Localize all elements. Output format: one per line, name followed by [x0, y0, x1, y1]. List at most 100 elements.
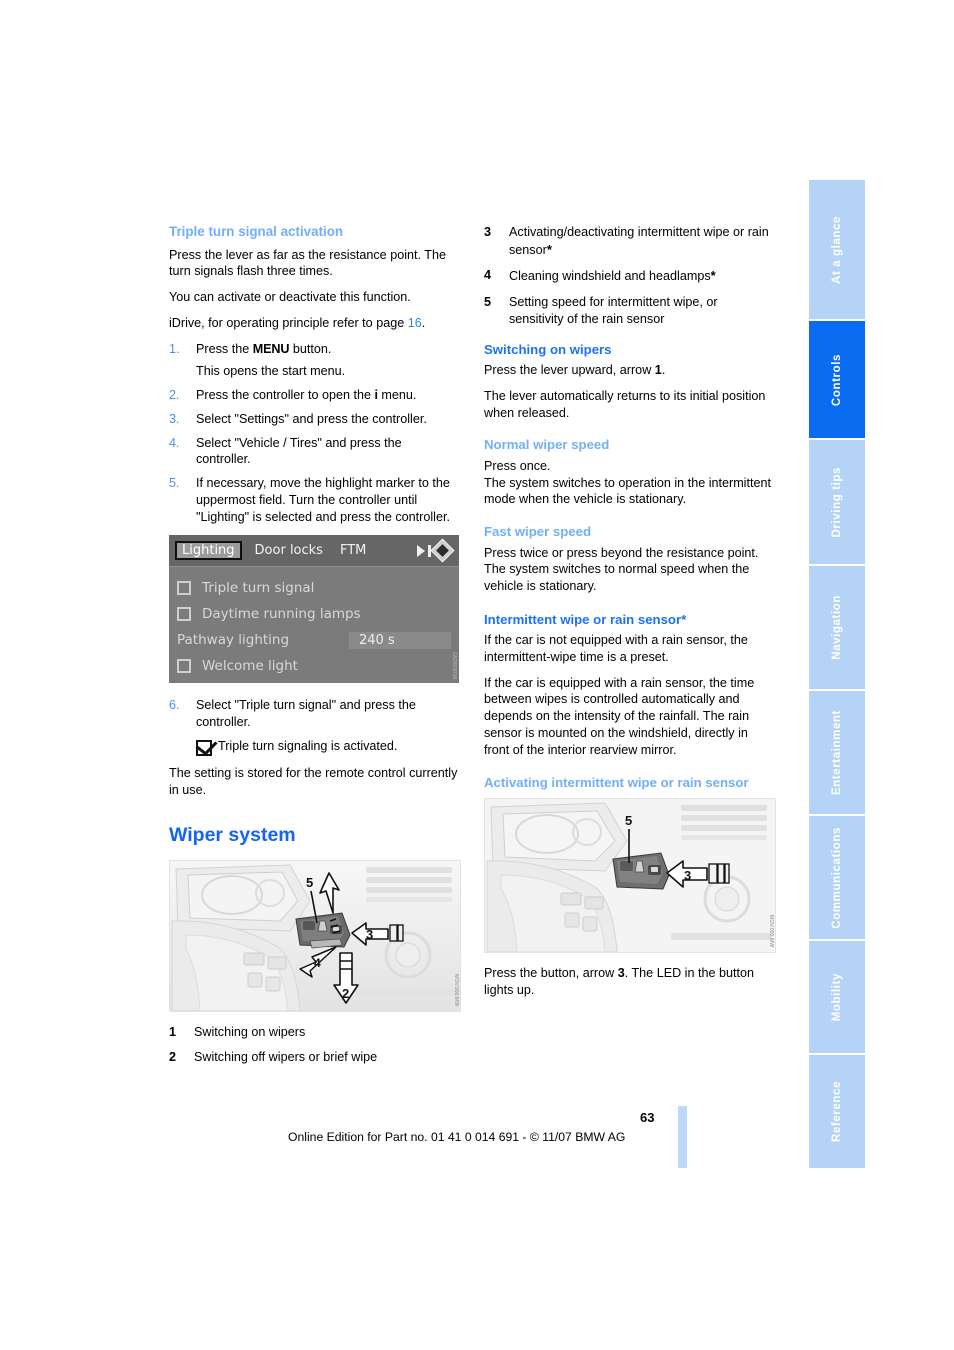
heading-fast-wiper-speed: Fast wiper speed: [484, 524, 592, 540]
sidebar-tab-entertainment[interactable]: Entertainment: [809, 690, 865, 815]
checkbox-checked-icon: [196, 739, 212, 756]
step-number: 2.: [169, 388, 180, 403]
confirmation-note: Triple turn signaling is activated.: [196, 738, 459, 756]
paragraph-switching-on-2: The lever automatically returns to its i…: [484, 388, 766, 420]
idrive-screen-illustration: Lighting Door locks FTM Triple turn sign…: [169, 535, 459, 684]
idrive-row-label: Pathway lighting: [177, 632, 290, 649]
heading-triple-turn-signal-activation: Triple turn signal activation: [169, 224, 344, 239]
procedure-step: 1. Press the MENU button. This opens the …: [169, 341, 459, 380]
paragraph-activating-caption: Press the button, arrow 3. The LED in th…: [484, 965, 774, 998]
illustration-code: MOV.000.MW: [768, 914, 774, 947]
paragraph-closing: The setting is stored for the remote con…: [169, 765, 458, 797]
sidebar-tab-at-a-glance[interactable]: At a glance: [809, 180, 865, 320]
illustration-code: ZAZB0303A: [451, 652, 457, 680]
legend-number: 4: [484, 268, 492, 283]
sidebar-tab-label: Navigation: [831, 594, 843, 660]
arrow-reference: 3: [617, 965, 625, 980]
sidebar-tab-label: At a glance: [831, 215, 843, 284]
sidebar-tab-navigation[interactable]: Navigation: [809, 565, 865, 689]
text-after-arrow: .: [661, 363, 666, 378]
procedure-step-list: 1. Press the MENU button. This opens the …: [169, 341, 459, 526]
step-number: 6.: [169, 698, 180, 713]
idrive-row-welcome-light[interactable]: Welcome light: [169, 653, 459, 679]
sidebar-tab-label: Mobility: [831, 972, 843, 1022]
legend-text: Setting speed for intermittent wipe, or …: [509, 295, 718, 326]
procedure-step: 2. Press the controller to open the i men…: [169, 387, 459, 404]
legend-item: 1 Switching on wipers: [169, 1024, 459, 1041]
step-text: Select "Vehicle / Tires" and press the c…: [196, 435, 402, 467]
sidebar-tab-label: Entertainment: [831, 709, 843, 796]
svg-text:3: 3: [684, 868, 691, 883]
idrive-row-pathway-lighting[interactable]: Pathway lighting 240 s: [169, 627, 459, 653]
svg-text:3: 3: [366, 927, 373, 942]
optional-equipment-asterisk: *: [546, 241, 552, 257]
step-text-before: Press the: [196, 341, 253, 356]
paragraph-intro-2: You can activate or deactivate this func…: [169, 290, 411, 305]
step-text: Select "Triple turn signal" and press th…: [196, 698, 416, 730]
text-before-arrow: Press the lever upward, arrow: [484, 363, 655, 378]
legend-text: Switching off wipers or brief wipe: [194, 1050, 378, 1065]
idrive-row-label: Welcome light: [202, 658, 298, 675]
idrive-tab-door-locks[interactable]: Door locks: [251, 542, 327, 559]
idrive-row-value[interactable]: 240 s: [349, 631, 451, 649]
paragraph-intro-1: Press the lever as far as the resistance…: [169, 247, 446, 279]
step-number: 4.: [169, 435, 180, 450]
step-substep: This opens the start menu.: [196, 364, 346, 379]
rain-sensor-button-illustration: 5 3 MOV.000.MW: [484, 797, 776, 953]
step-number: 1.: [169, 341, 180, 356]
step-text-after: button.: [289, 341, 332, 356]
footer-edition-note: Online Edition for Part no. 01 41 0 014 …: [288, 1130, 626, 1144]
legend-item: 4 Cleaning windshield and headlamps*: [484, 267, 774, 285]
legend-item: 3 Activating/deactivating intermittent wi…: [484, 224, 774, 258]
idrive-row-triple-turn-signal[interactable]: Triple turn signal: [169, 575, 459, 601]
idrive-menu-list: Triple turn signal Daytime running lamps…: [169, 567, 459, 679]
sidebar-tab-communications[interactable]: Communications: [809, 816, 865, 940]
svg-text:5: 5: [306, 875, 313, 890]
page-reference-link[interactable]: 16: [408, 316, 422, 330]
step-number: 3.: [169, 411, 180, 426]
procedure-step: 5. If necessary, move the highlight marke…: [169, 475, 459, 525]
right-column: 3 Activating/deactivating intermittent wi…: [484, 224, 776, 1007]
menu-button-key: MENU: [252, 341, 290, 356]
procedure-step: 3. Select "Settings" and press the contro…: [169, 411, 459, 428]
idrive-status-icons: [417, 538, 455, 563]
checkbox-icon[interactable]: [177, 659, 191, 674]
heading-switching-on-wipers: Switching on wipers: [484, 341, 612, 357]
legend-number: 2: [169, 1050, 177, 1065]
sidebar-tab-label: Driving tips: [831, 466, 843, 538]
sidebar-tab-label: Communications: [831, 826, 843, 929]
step-text-after: menu.: [377, 388, 417, 403]
page-number: 63: [640, 1110, 655, 1125]
sidebar-tab-controls[interactable]: Controls: [809, 321, 865, 439]
legend-text: Cleaning windshield and headlamps: [509, 269, 711, 284]
checkbox-icon[interactable]: [177, 581, 191, 596]
sidebar-tab-mobility[interactable]: Mobility: [809, 941, 865, 1053]
illustration-legend-continued: 3 Activating/deactivating intermittent wi…: [484, 224, 774, 328]
legend-number: 1: [169, 1024, 177, 1039]
paragraph-switching-on-1: Press the lever upward, arrow 1.: [484, 362, 774, 379]
checkbox-icon[interactable]: [177, 607, 191, 622]
legend-number: 3: [484, 225, 492, 239]
section-tab-strip: At a glance Controls Driving tips Naviga…: [809, 180, 865, 1170]
manual-page: At a glance Controls Driving tips Naviga…: [0, 0, 954, 1350]
sidebar-tab-driving-tips[interactable]: Driving tips: [809, 440, 865, 564]
paragraph-intermittent-1: If the car is not equipped with a rain s…: [484, 633, 748, 665]
step-number: 5.: [169, 476, 180, 491]
paragraph-fast-speed-1: Press twice or press beyond the resistan…: [484, 545, 759, 560]
paragraph-intermittent-2: If the car is equipped with a rain senso…: [484, 675, 755, 757]
illustration-legend: 1 Switching on wipers 2 Switching off wipe…: [169, 1024, 459, 1066]
footer-accent-bar: [678, 1106, 687, 1168]
idrive-tab-bar: Lighting Door locks FTM: [169, 535, 459, 568]
sidebar-tab-reference[interactable]: Reference: [809, 1054, 865, 1168]
paragraph-normal-speed-1: Press once.: [484, 458, 551, 473]
svg-text:2: 2: [342, 986, 349, 1001]
illustration-code: MOV.000.MW: [453, 973, 459, 1006]
idrive-row-daytime-running-lamps[interactable]: Daytime running lamps: [169, 601, 459, 627]
legend-text: Switching on wipers: [194, 1024, 306, 1039]
legend-number: 5: [484, 295, 492, 310]
sidebar-tab-label: Reference: [831, 1080, 843, 1142]
idrive-tab-lighting[interactable]: Lighting: [175, 541, 242, 561]
arrow-reference: 1: [654, 363, 662, 378]
legend-item: 2 Switching off wipers or brief wipe: [169, 1049, 459, 1066]
idrive-tab-ftm[interactable]: FTM: [336, 542, 370, 559]
